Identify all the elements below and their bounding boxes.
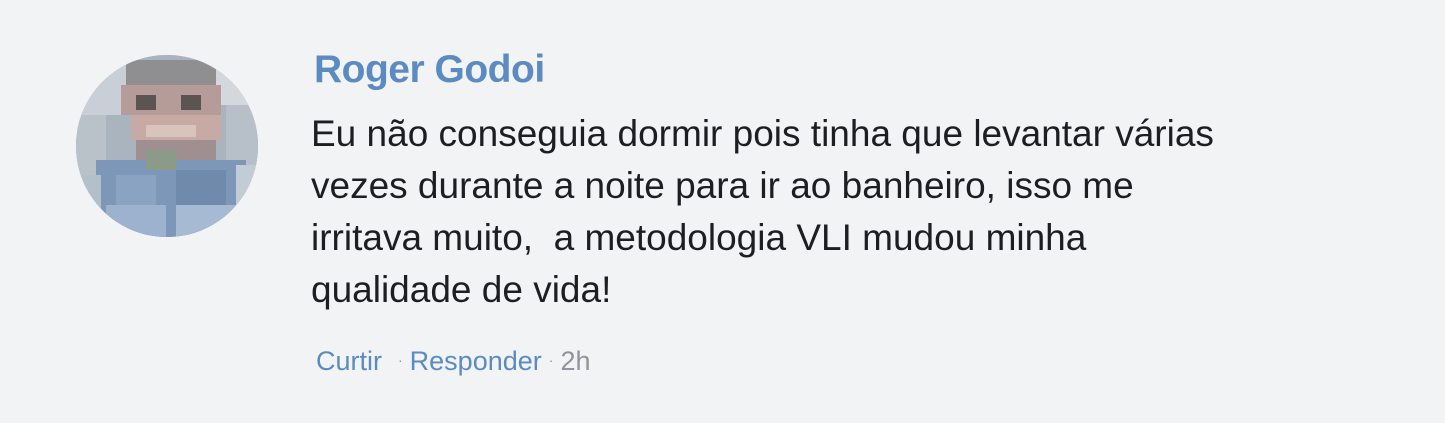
comment-text-line: Eu não conseguia dormir pois tinha que l… (311, 113, 1214, 154)
comment-text-line: irritava muito, a metodologia VLI mudou … (311, 217, 1087, 258)
separator-dot: · (548, 351, 554, 368)
comment-timestamp[interactable]: 2h (560, 346, 590, 377)
avatar[interactable] (76, 55, 258, 237)
reply-link[interactable]: Responder (410, 346, 542, 377)
comment-author[interactable]: Roger Godoi (314, 48, 545, 92)
separator-dot: · (398, 351, 403, 368)
comment: Roger Godoi Eu não conseguia dormir pois… (0, 0, 1445, 423)
pixelated-profile-photo (76, 55, 258, 237)
comment-text-line: qualidade de vida! (311, 269, 612, 310)
comment-actions: Curtir · Responder · 2h (316, 346, 590, 377)
like-link[interactable]: Curtir (316, 346, 382, 377)
comment-text-line: vezes durante a noite para ir ao banheir… (311, 165, 1134, 206)
comment-text: Eu não conseguia dormir pois tinha que l… (311, 108, 1311, 316)
